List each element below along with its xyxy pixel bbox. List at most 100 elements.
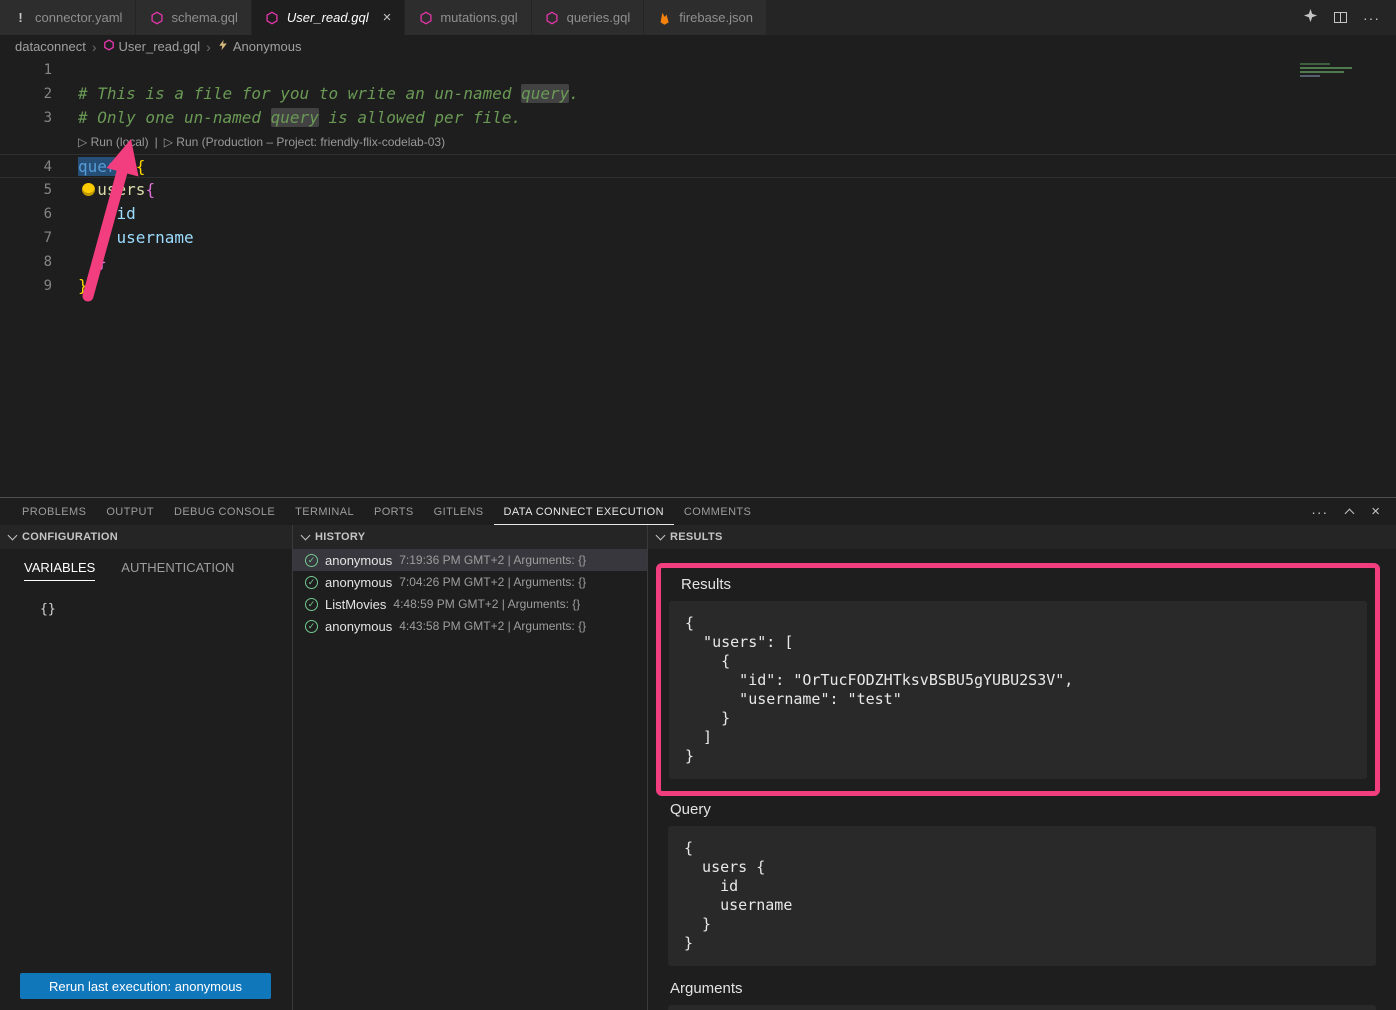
arguments-label: Arguments: [670, 980, 1376, 997]
results-label: Results: [681, 576, 1367, 593]
minimap-mark: [1300, 75, 1320, 77]
split-editor-icon[interactable]: [1334, 12, 1347, 23]
results-json-box: { "users": [ { "id": "OrTucFODZHTksvBSBU…: [669, 601, 1367, 779]
configuration-header[interactable]: CONFIGURATION: [0, 525, 292, 549]
tab-label: connector.yaml: [35, 10, 122, 25]
tab-label: queries.gql: [567, 10, 631, 25]
section-title: RESULTS: [670, 531, 723, 543]
highlighted-word: query: [521, 84, 569, 103]
history-item[interactable]: ✓ ListMovies 4:48:59 PM GMT+2 | Argument…: [293, 593, 647, 615]
keyword-query: query: [78, 157, 126, 176]
gutter-line-number: 9: [0, 274, 52, 298]
results-section: RESULTS Results { "users": [ { "id": "Or…: [648, 525, 1396, 1010]
editor-tab-queries-gql[interactable]: queries.gql: [532, 0, 645, 35]
graphql-icon: [265, 10, 280, 25]
editor-tab-mutations-gql[interactable]: mutations.gql: [405, 0, 531, 35]
tab-label: schema.gql: [171, 10, 237, 25]
history-name: ListMovies: [325, 597, 386, 612]
gutter-line-number: 6: [0, 202, 52, 226]
breadcrumb-label: dataconnect: [15, 39, 86, 54]
code-line-3: 3 # Only one un-named query is allowed p…: [0, 106, 1396, 130]
gutter-line-number: 3: [0, 106, 52, 130]
close-icon[interactable]: ×: [383, 10, 392, 25]
configuration-section: CONFIGURATION VARIABLES AUTHENTICATION {…: [0, 525, 293, 1010]
panel-tab-data-connect-execution[interactable]: DATA CONNECT EXECUTION: [494, 498, 674, 525]
graphql-icon: [418, 10, 433, 25]
code-line-2: 2 # This is a file for you to write an u…: [0, 82, 1396, 106]
tab-variables[interactable]: VARIABLES: [24, 560, 95, 581]
tab-label: mutations.gql: [440, 10, 517, 25]
panel-tab-problems[interactable]: PROBLEMS: [12, 498, 96, 525]
editor-tab-connector-yaml[interactable]: ! connector.yaml: [0, 0, 136, 35]
bottom-panel: PROBLEMS OUTPUT DEBUG CONSOLE TERMINAL P…: [0, 497, 1396, 1010]
history-item[interactable]: ✓ anonymous 4:43:58 PM GMT+2 | Arguments…: [293, 615, 647, 637]
panel-tab-output[interactable]: OUTPUT: [96, 498, 164, 525]
close-brace: }: [78, 252, 107, 271]
panel-tab-bar: PROBLEMS OUTPUT DEBUG CONSOLE TERMINAL P…: [0, 498, 1396, 525]
panel-tab-terminal[interactable]: TERMINAL: [285, 498, 364, 525]
comment-text: .: [569, 84, 579, 103]
breadcrumb-label: Anonymous: [233, 39, 302, 54]
editor-tab-firebase-json[interactable]: firebase.json: [644, 0, 767, 35]
chevron-down-icon: [656, 531, 666, 541]
results-header[interactable]: RESULTS: [648, 525, 1396, 549]
codelens-run-production[interactable]: ▷ Run (Production – Project: friendly-fl…: [164, 135, 445, 149]
history-header[interactable]: HISTORY: [293, 525, 647, 549]
tab-label: firebase.json: [679, 10, 753, 25]
history-list: ✓ anonymous 7:19:36 PM GMT+2 | Arguments…: [293, 549, 647, 637]
gutter-line-number: 5: [0, 178, 52, 202]
gutter-line-number: 1: [0, 58, 52, 82]
results-content: Results { "users": [ { "id": "OrTucFODZH…: [648, 549, 1396, 1010]
firebase-icon: [657, 10, 672, 25]
code-line-5: 5 users{: [0, 178, 1396, 202]
history-name: anonymous: [325, 619, 392, 634]
variables-value[interactable]: {}: [0, 581, 292, 617]
codelens-run-local[interactable]: ▷ Run (local): [78, 135, 149, 149]
tab-authentication[interactable]: AUTHENTICATION: [121, 560, 234, 581]
history-meta: 4:48:59 PM GMT+2 | Arguments: {}: [393, 597, 580, 611]
history-name: anonymous: [325, 575, 392, 590]
history-item[interactable]: ✓ anonymous 7:04:26 PM GMT+2 | Arguments…: [293, 571, 647, 593]
arguments-box: {}: [668, 1005, 1376, 1010]
minimap-mark: [1300, 63, 1330, 65]
codelens: ▷ Run (local) | ▷ Run (Production – Proj…: [0, 130, 1396, 154]
field-username: username: [78, 228, 194, 247]
history-item[interactable]: ✓ anonymous 7:19:36 PM GMT+2 | Arguments…: [293, 549, 647, 571]
breadcrumb-item-anonymous[interactable]: Anonymous: [217, 39, 302, 54]
copilot-icon[interactable]: [1303, 8, 1318, 28]
code-editor[interactable]: 1 2 # This is a file for you to write an…: [0, 58, 1396, 497]
chevron-down-icon: [8, 531, 18, 541]
panel-close-icon[interactable]: ×: [1371, 503, 1380, 520]
graphql-icon: [103, 39, 115, 54]
check-icon: ✓: [305, 598, 318, 611]
editor-tab-user-read-gql[interactable]: User_read.gql ×: [252, 0, 405, 35]
panel-tab-comments[interactable]: COMMENTS: [674, 498, 761, 525]
close-brace: }: [78, 276, 88, 295]
history-meta: 7:04:26 PM GMT+2 | Arguments: {}: [399, 575, 586, 589]
check-icon: ✓: [305, 554, 318, 567]
minimap-mark: [1300, 67, 1352, 69]
breadcrumb-item-file[interactable]: User_read.gql: [103, 39, 201, 54]
panel-tab-ports[interactable]: PORTS: [364, 498, 424, 525]
minimap[interactable]: [1298, 61, 1382, 95]
comment-text: # This is a file for you to write an un-…: [78, 84, 521, 103]
panel-more-icon[interactable]: ···: [1311, 504, 1328, 520]
query-label: Query: [670, 801, 1376, 818]
breadcrumb-label: User_read.gql: [119, 39, 201, 54]
check-icon: ✓: [305, 576, 318, 589]
check-icon: ✓: [305, 620, 318, 633]
history-meta: 4:43:58 PM GMT+2 | Arguments: {}: [399, 619, 586, 633]
lightbulb-icon[interactable]: [82, 183, 95, 196]
chevron-down-icon: [301, 531, 311, 541]
breadcrumb-item-dataconnect[interactable]: dataconnect: [15, 39, 86, 54]
comment-text: # Only one un-named: [78, 108, 271, 127]
rerun-button[interactable]: Rerun last execution: anonymous: [20, 973, 271, 999]
gutter-line-number: 4: [0, 155, 52, 177]
section-title: HISTORY: [315, 531, 365, 543]
panel-tab-debug-console[interactable]: DEBUG CONSOLE: [164, 498, 285, 525]
highlighted-word: query: [271, 108, 319, 127]
more-actions-icon[interactable]: ···: [1363, 10, 1380, 26]
panel-collapse-icon[interactable]: [1345, 508, 1355, 518]
panel-tab-gitlens[interactable]: GITLENS: [424, 498, 494, 525]
editor-tab-schema-gql[interactable]: schema.gql: [136, 0, 251, 35]
